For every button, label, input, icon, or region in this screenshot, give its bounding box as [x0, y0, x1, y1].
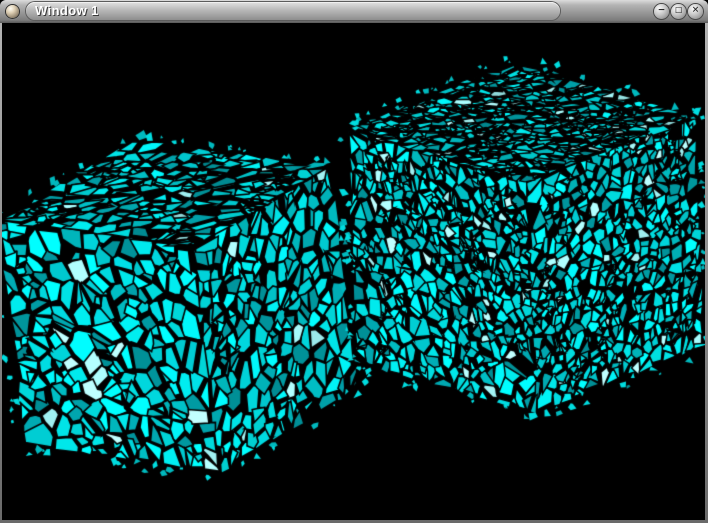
window-menu-orb-icon[interactable] — [6, 5, 19, 18]
minimize-icon: − — [657, 5, 666, 16]
window-controls: − ◻ ✕ — [654, 4, 703, 19]
titlebar-capsule[interactable]: Window 1 — [26, 2, 560, 20]
maximize-button[interactable]: ◻ — [671, 4, 686, 19]
render-canvas[interactable] — [2, 23, 705, 520]
close-button[interactable]: ✕ — [688, 4, 703, 19]
app-window: Window 1 − ◻ ✕ — [0, 0, 708, 523]
close-icon: ✕ — [691, 5, 700, 16]
maximize-icon: ◻ — [674, 5, 683, 16]
minimize-button[interactable]: − — [654, 4, 669, 19]
window-title: Window 1 — [35, 3, 99, 18]
titlebar[interactable]: Window 1 − ◻ ✕ — [0, 0, 708, 23]
viewport — [2, 23, 705, 520]
